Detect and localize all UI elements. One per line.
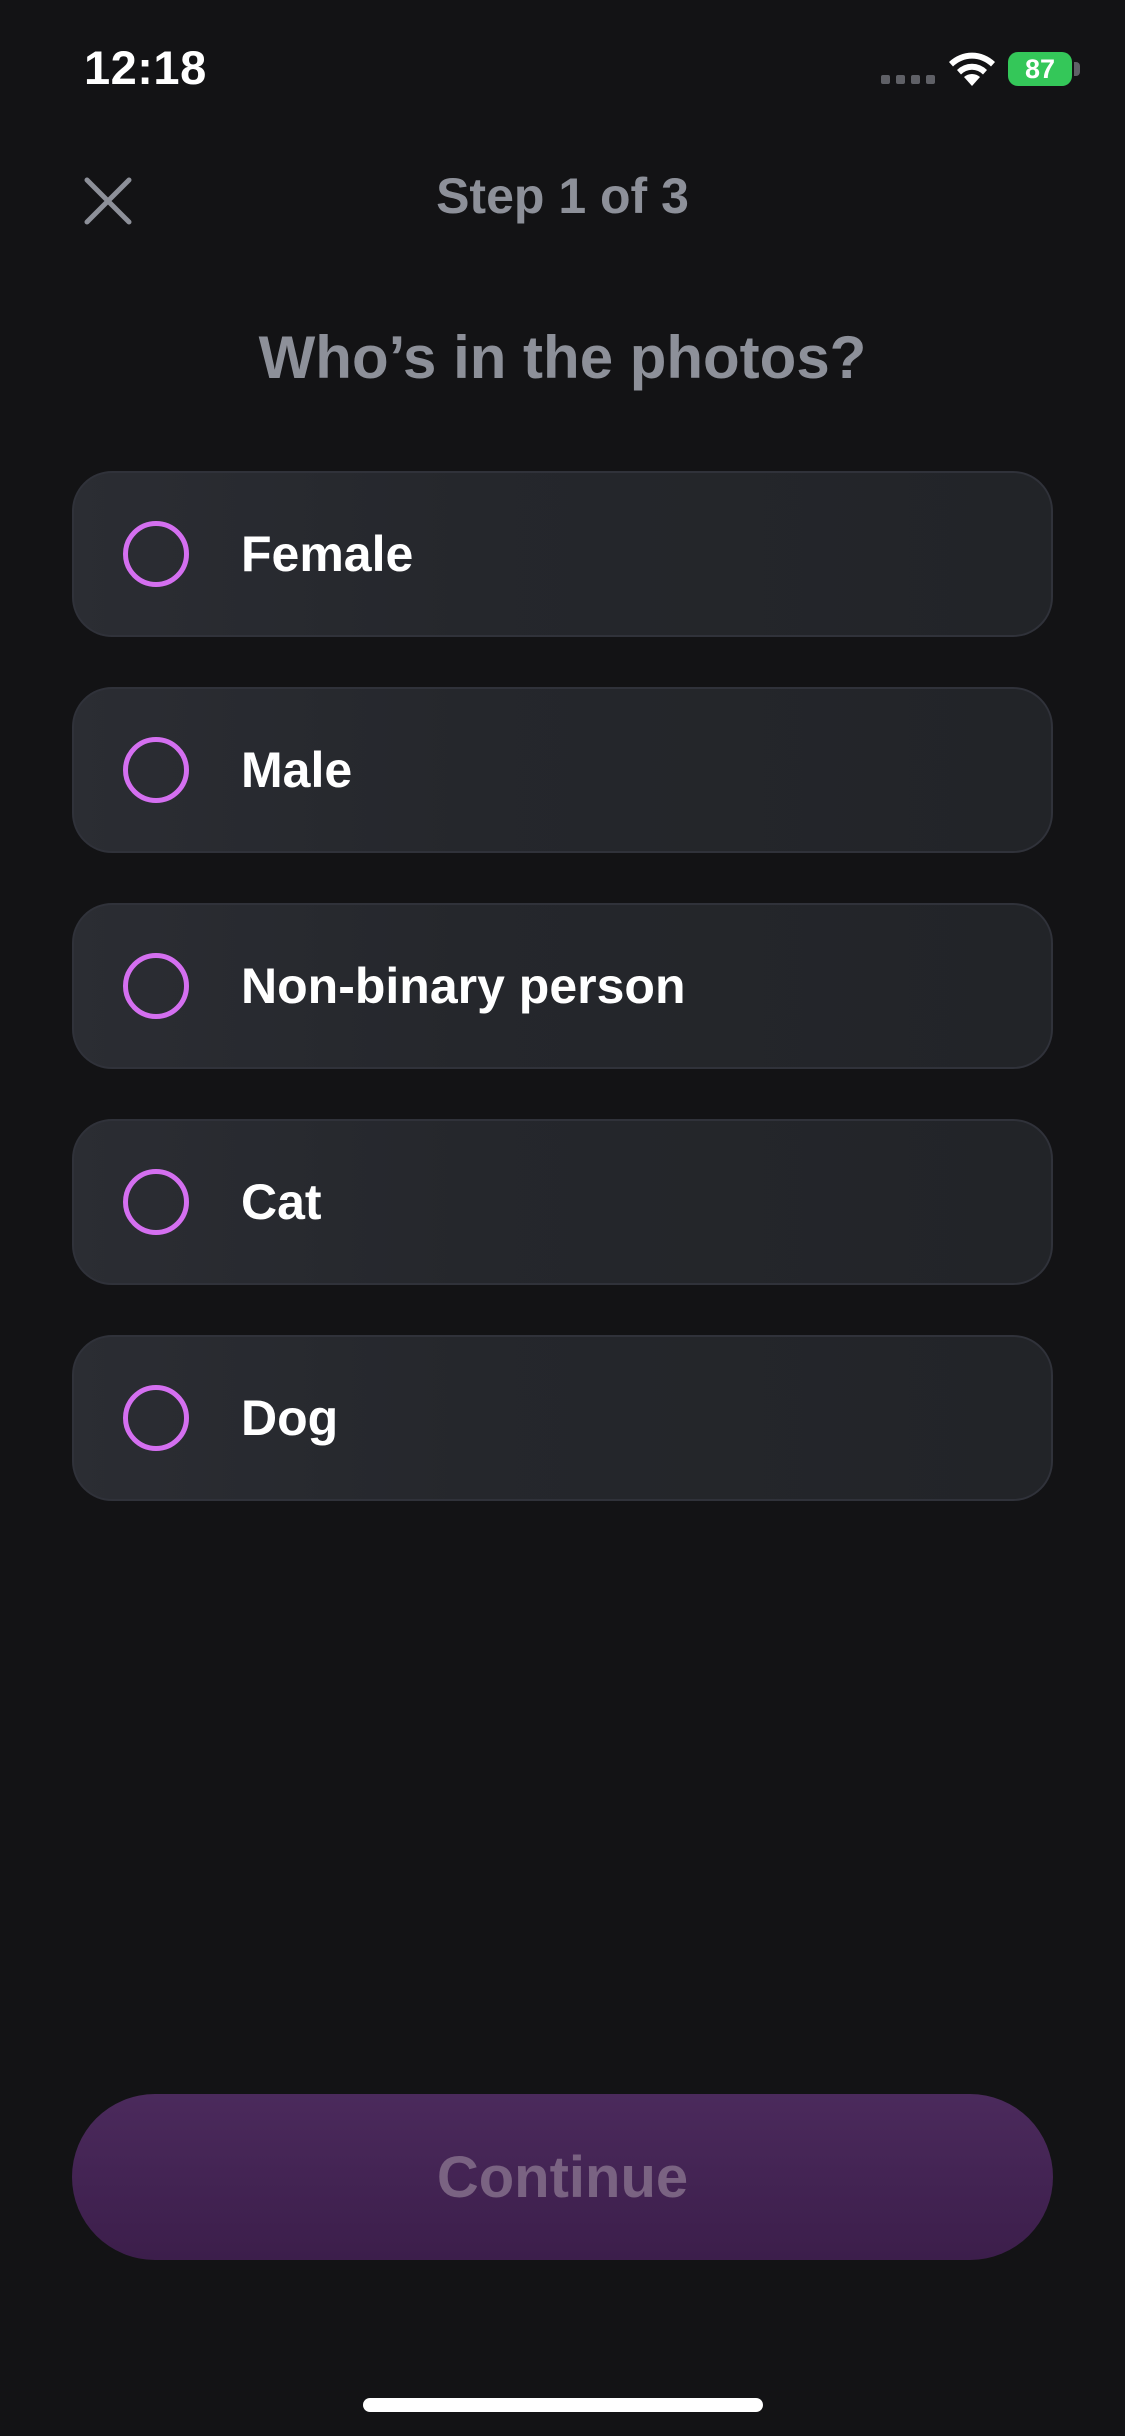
home-indicator[interactable] bbox=[363, 2398, 763, 2412]
radio-icon[interactable] bbox=[123, 1385, 189, 1451]
option-female[interactable]: Female bbox=[72, 471, 1053, 637]
option-male[interactable]: Male bbox=[72, 687, 1053, 853]
option-dog[interactable]: Dog bbox=[72, 1335, 1053, 1501]
option-non-binary[interactable]: Non-binary person bbox=[72, 903, 1053, 1069]
wifi-icon bbox=[949, 52, 995, 86]
radio-icon[interactable] bbox=[123, 737, 189, 803]
question-title: Who’s in the photos? bbox=[258, 324, 867, 391]
option-label: Female bbox=[241, 526, 414, 582]
cellular-signal-icon bbox=[881, 75, 935, 85]
status-time: 12:18 bbox=[84, 41, 207, 94]
radio-icon[interactable] bbox=[123, 953, 189, 1019]
option-label: Male bbox=[241, 742, 353, 798]
options-list: Female Male Non-binary person Cat Dog bbox=[72, 471, 1053, 1551]
continue-button[interactable]: Continue bbox=[72, 2094, 1053, 2260]
step-title: Step 1 of 3 bbox=[436, 168, 689, 224]
battery-level: 87 bbox=[1024, 53, 1056, 84]
status-bar: 12:18 87 bbox=[0, 0, 1125, 140]
battery-icon: 87 bbox=[1008, 52, 1072, 86]
option-label: Non-binary person bbox=[241, 958, 686, 1014]
radio-icon[interactable] bbox=[123, 1169, 189, 1235]
radio-icon[interactable] bbox=[123, 521, 189, 587]
option-label: Cat bbox=[241, 1174, 322, 1230]
option-label: Dog bbox=[241, 1390, 339, 1446]
option-cat[interactable]: Cat bbox=[72, 1119, 1053, 1285]
battery-cap bbox=[1074, 62, 1080, 76]
